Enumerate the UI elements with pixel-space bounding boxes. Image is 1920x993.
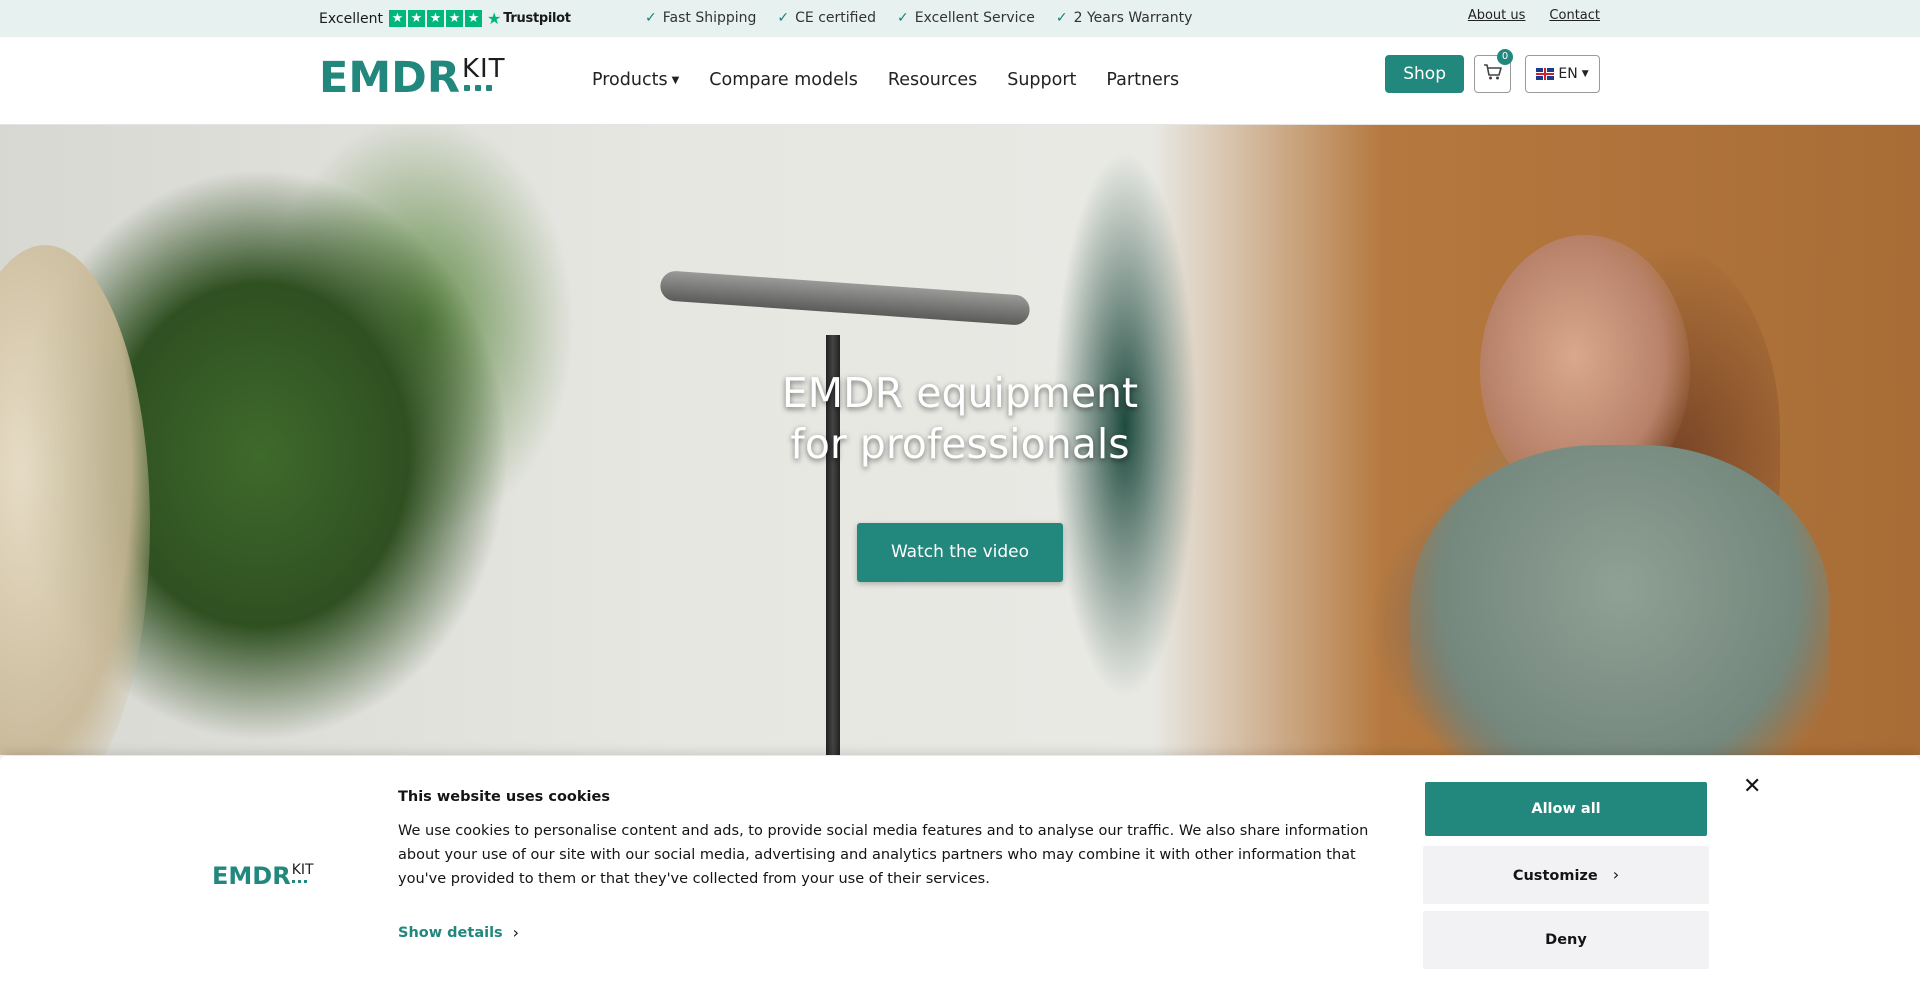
trustpilot-logo: Trustpilot [503,11,571,26]
cookie-banner-logo: EMDR KIT [212,862,314,890]
check-icon: ✓ [777,10,790,26]
usp-list: ✓ Fast Shipping ✓ CE certified ✓ Excelle… [645,10,1192,26]
chevron-right-icon: › [512,923,520,942]
usp-item: ✓ Fast Shipping [645,10,756,26]
hero-image-sweater [1410,445,1830,755]
trustpilot-widget[interactable]: Excellent ★ ★ ★ ★ ★ ★ Trustpilot [319,9,571,28]
cart-count-badge: 0 [1497,49,1513,65]
logo-dots [291,880,314,883]
logo-sub-text: KIT [291,862,314,878]
main-nav: Products ▼ Compare models Resources Supp… [592,70,1179,90]
check-icon: ✓ [1055,10,1068,26]
cookie-banner: EMDR KIT This website uses cookies We us… [0,756,1920,993]
show-details-label: Show details [398,924,503,941]
nav-item-partners[interactable]: Partners [1106,70,1179,90]
cart-button[interactable]: 0 [1474,49,1513,93]
usp-label: 2 Years Warranty [1073,10,1193,26]
deny-button[interactable]: Deny [1423,911,1709,969]
usp-item: ✓ Excellent Service [897,10,1035,26]
header-actions: Shop 0 EN ▼ [1385,49,1600,93]
rating-label: Excellent [319,10,383,27]
uk-flag-icon [1536,68,1555,80]
hero-title-line-1: EMDR equipment [781,369,1139,417]
shop-button[interactable]: Shop [1385,55,1464,93]
caret-down-icon: ▼ [1581,69,1589,79]
check-icon: ✓ [645,10,657,26]
close-icon[interactable]: ✕ [1743,774,1761,799]
top-bar: Excellent ★ ★ ★ ★ ★ ★ Trustpilot ✓ Fast … [0,0,1920,37]
star-icon: ★ [407,10,425,27]
top-links: About us Contact [1468,8,1600,23]
customize-label: Customize [1512,868,1598,884]
hero-title-line-2: for professionals [790,420,1130,468]
logo-dots [463,85,492,91]
star-icon: ★ [445,10,463,27]
watch-video-button[interactable]: Watch the video [857,523,1063,582]
nav-item-products[interactable]: Products ▼ [592,70,679,90]
star-icon: ★ [464,10,482,27]
logo-sub-text: KIT [461,54,506,84]
usp-item: ✓ CE certified [777,10,876,26]
language-label: EN [1558,66,1578,82]
check-icon: ✓ [896,10,909,26]
contact-link[interactable]: Contact [1549,8,1600,23]
nav-item-resources[interactable]: Resources [888,70,977,90]
site-logo[interactable]: EMDR KIT [319,55,506,101]
chevron-right-icon: › [1612,865,1620,884]
nav-item-compare-models[interactable]: Compare models [709,70,858,90]
show-details-link[interactable]: Show details › [398,923,519,942]
logo-main-text: EMDR [319,53,460,103]
main-header: EMDR KIT Products ▼ Compare models Resou… [0,37,1920,125]
cookie-banner-title: This website uses cookies [398,789,610,805]
hero-title: EMDR equipment for professionals [0,368,1920,470]
usp-label: CE certified [795,10,876,26]
hero-image-light-bar [659,270,1031,326]
hero-image-person-foreground [0,245,150,755]
allow-all-button[interactable]: Allow all [1425,782,1707,836]
customize-button[interactable]: Customize › [1423,846,1709,904]
cart-icon [1483,63,1503,85]
nav-item-support[interactable]: Support [1007,70,1076,90]
logo-kit: KIT [291,862,314,883]
nav-label: Support [1007,70,1077,90]
logo-kit: KIT [462,55,506,91]
nav-label: Resources [887,70,978,90]
usp-item: ✓ 2 Years Warranty [1056,10,1193,26]
trustpilot-star-icon: ★ [486,9,502,28]
logo-main-text: EMDR [212,862,291,890]
usp-label: Fast Shipping [662,10,757,26]
language-selector[interactable]: EN ▼ [1525,55,1600,93]
nav-label: Products [592,70,668,90]
star-icon: ★ [388,10,406,27]
rating-stars: ★ ★ ★ ★ ★ [388,10,482,27]
cookie-banner-text: We use cookies to personalise content an… [398,823,1369,887]
nav-label: Partners [1106,70,1180,90]
caret-down-icon: ▼ [671,74,680,86]
usp-label: Excellent Service [914,10,1035,26]
star-icon: ★ [426,10,444,27]
hero-section: EMDR equipment for professionals Watch t… [0,125,1920,755]
nav-label: Compare models [709,70,858,90]
about-us-link[interactable]: About us [1468,8,1526,23]
